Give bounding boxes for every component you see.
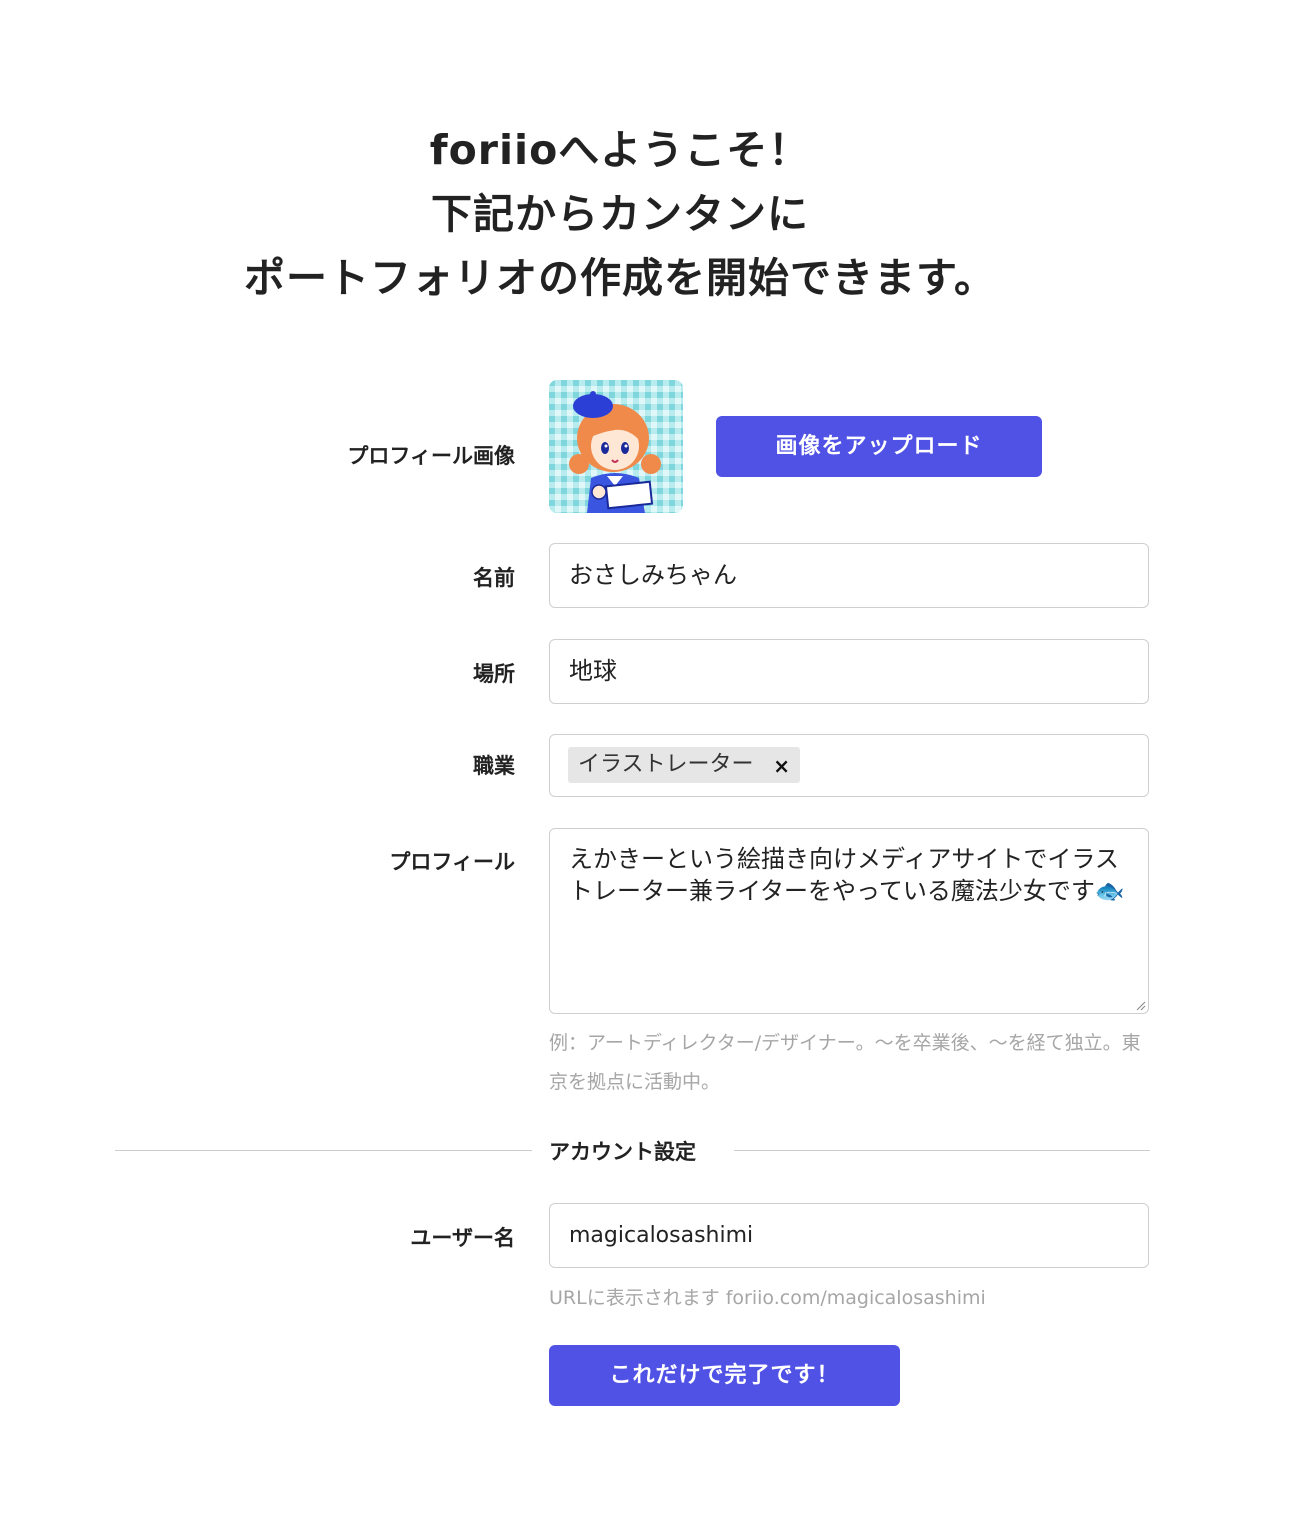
- username-field[interactable]: magicalosashimi: [549, 1203, 1149, 1268]
- username-field-value: magicalosashimi: [569, 1223, 754, 1248]
- location-field[interactable]: 地球: [549, 639, 1149, 704]
- profile-label: プロフィール: [389, 850, 515, 874]
- location-label: 場所: [473, 662, 515, 686]
- occupation-tag-input[interactable]: イラストレーター ×: [549, 734, 1149, 797]
- occupation-label: 職業: [473, 754, 515, 778]
- resize-handle-icon[interactable]: [1134, 999, 1146, 1011]
- avatar-image: [549, 380, 683, 513]
- occupation-tag-label: イラストレーター: [578, 752, 754, 777]
- section-divider-right: [734, 1150, 1150, 1151]
- welcome-heading-line-1: foriioへようこそ！: [429, 126, 811, 174]
- username-url-hint: URLに表示されます foriio.com/magicalosashimi: [549, 1287, 986, 1309]
- close-icon[interactable]: ×: [773, 747, 790, 785]
- username-label: ユーザー名: [410, 1226, 515, 1250]
- occupation-tag: イラストレーター ×: [568, 747, 800, 783]
- location-field-value: 地球: [569, 657, 617, 685]
- profile-hint: 例：アートディレクター/デザイナー。〜を卒業後、〜を経て独立。東京を拠点に活動中…: [549, 1032, 1141, 1093]
- profile-textarea[interactable]: えかきーという絵描き向けメディアサイトでイラストレーター兼ライターをやっている魔…: [549, 828, 1149, 1014]
- name-field-value: おさしみちゃん: [569, 561, 737, 589]
- submit-button[interactable]: これだけで完了です！: [549, 1345, 900, 1406]
- name-label: 名前: [473, 566, 515, 590]
- upload-image-button[interactable]: 画像をアップロード: [716, 416, 1042, 477]
- welcome-heading-line-3: ポートフォリオの作成を開始できます。: [244, 254, 996, 302]
- profile-textarea-value: えかきーという絵描き向けメディアサイトでイラストレーター兼ライターをやっている魔…: [569, 845, 1125, 905]
- welcome-heading-line-2: 下記からカンタンに: [431, 190, 809, 238]
- avatar: [549, 380, 683, 513]
- account-settings-heading: アカウント設定: [549, 1140, 696, 1164]
- name-field[interactable]: おさしみちゃん: [549, 543, 1149, 608]
- section-divider-left: [115, 1150, 532, 1151]
- profile-image-label: プロフィール画像: [347, 444, 515, 468]
- welcome-heading: foriioへようこそ！ 下記からカンタンに ポートフォリオの作成を開始できます…: [0, 118, 1240, 310]
